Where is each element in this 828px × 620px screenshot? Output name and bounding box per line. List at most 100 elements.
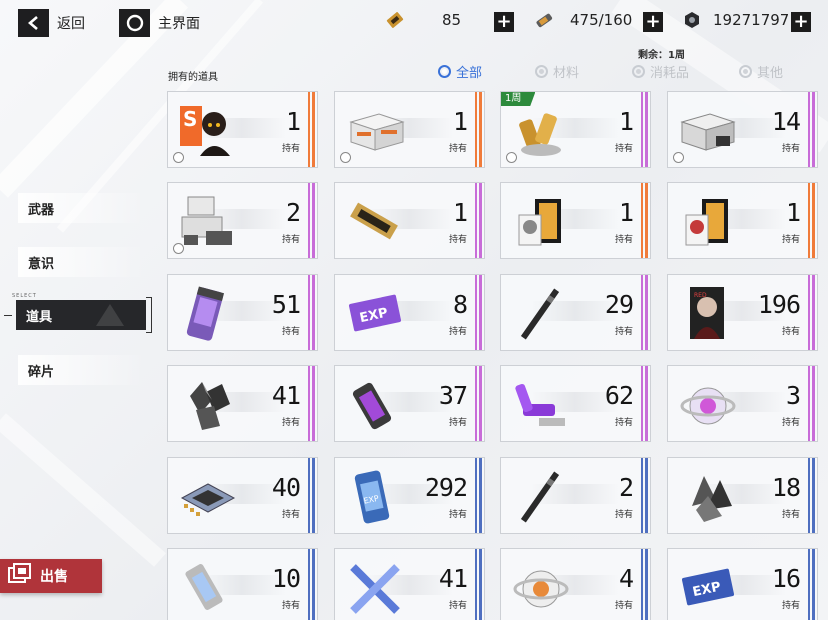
item-card[interactable]: 14 持有 — [667, 91, 818, 168]
stacked-crates-icon — [181, 196, 232, 245]
item-card[interactable]: 29 持有 — [500, 274, 651, 351]
gold-ticket-icon — [350, 202, 398, 240]
metal-crate-icon — [680, 113, 736, 151]
rarity-band — [641, 549, 643, 620]
add-ticket-button[interactable]: + — [494, 12, 514, 32]
filter-other[interactable]: 其他 — [739, 62, 783, 81]
select-checkbox[interactable] — [673, 152, 684, 163]
add-coin-button[interactable]: + — [791, 12, 811, 32]
item-card[interactable]: 1 持有 — [500, 182, 651, 259]
hold-label: 持有 — [448, 327, 467, 337]
black-rod-icon — [520, 288, 560, 340]
item-card[interactable]: S 1 持有 — [167, 91, 318, 168]
rarity-band — [312, 458, 315, 533]
item-card[interactable]: EXP 292 持有 — [334, 457, 485, 534]
rarity-band — [641, 92, 643, 167]
selection-bracket — [146, 297, 152, 333]
item-count: 1 — [618, 198, 634, 227]
menu-item-weapons[interactable]: 武器 — [18, 193, 146, 223]
remaining-time: 剩余：1周 — [638, 50, 685, 61]
menu-item-stigmata[interactable]: 意识 — [18, 247, 146, 277]
item-card[interactable]: 41 持有 — [167, 365, 318, 442]
rarity-band — [479, 458, 482, 533]
rarity-band — [308, 549, 310, 620]
home-button[interactable]: 主界面 — [119, 9, 200, 37]
chip-icon — [180, 483, 236, 516]
item-card[interactable]: EXP 16 持有 — [667, 548, 818, 620]
item-card[interactable]: 10 持有 — [167, 548, 318, 620]
back-label: 返回 — [57, 16, 85, 32]
gold-box-character-icon — [518, 199, 561, 246]
hold-label: 持有 — [614, 601, 633, 611]
top-bar: 返回 主界面 85 + 475/160 + 19271797 + — [0, 0, 828, 46]
coin-count: 19271797 — [713, 11, 790, 29]
rarity-band — [641, 458, 643, 533]
rarity-band — [645, 366, 648, 441]
menu-item-fragments[interactable]: 碎片 — [18, 355, 146, 385]
item-card[interactable]: 1 持有 1周 — [500, 91, 651, 168]
purple-vial-icon — [352, 382, 392, 430]
item-card[interactable]: 62 持有 — [500, 365, 651, 442]
back-button[interactable]: 返回 — [18, 9, 85, 37]
hold-label: 持有 — [281, 144, 300, 154]
rarity-band — [308, 458, 310, 533]
item-count: 196 — [757, 290, 801, 319]
rarity-band — [812, 92, 815, 167]
portrait-card-icon: RED — [690, 287, 724, 339]
rarity-band — [641, 275, 643, 350]
filter-materials[interactable]: 材料 — [535, 62, 579, 81]
hold-label: 持有 — [614, 327, 633, 337]
dark-crystal-icon — [190, 382, 230, 430]
select-checkbox[interactable] — [173, 243, 184, 254]
hold-label: 持有 — [614, 235, 633, 245]
item-count: 2 — [618, 473, 634, 502]
item-count: 10 — [271, 564, 301, 593]
gold-box-character-red-icon — [685, 199, 728, 246]
hold-label: 持有 — [281, 418, 300, 428]
item-count: 1 — [285, 107, 301, 136]
select-checkbox[interactable] — [506, 152, 517, 163]
item-card[interactable]: 41 持有 — [334, 548, 485, 620]
rarity-band — [808, 275, 810, 350]
menu-item-label: 意识 — [28, 256, 55, 272]
item-card[interactable]: 37 持有 — [334, 365, 485, 442]
item-card[interactable]: RED 196 持有 — [667, 274, 818, 351]
item-card[interactable]: 3 持有 — [667, 365, 818, 442]
sell-button[interactable]: 出售 — [0, 559, 102, 593]
item-card[interactable]: 2 持有 — [167, 182, 318, 259]
item-card[interactable]: 2 持有 — [500, 457, 651, 534]
black-rod-icon — [520, 471, 560, 523]
item-count: 40 — [271, 473, 301, 502]
item-card[interactable]: EXP 8 持有 — [334, 274, 485, 351]
rarity-band — [812, 183, 815, 258]
item-card[interactable]: 40 持有 — [167, 457, 318, 534]
item-card[interactable]: 4 持有 — [500, 548, 651, 620]
item-card[interactable]: 18 持有 — [667, 457, 818, 534]
rarity-band — [312, 92, 315, 167]
menu-item-items[interactable]: 道具 — [16, 300, 146, 330]
item-count: 51 — [271, 290, 301, 319]
item-card[interactable]: 1 持有 — [667, 182, 818, 259]
hold-label: 持有 — [781, 235, 800, 245]
supply-crate-icon — [349, 113, 405, 151]
blue-exp-card-icon: EXP — [681, 568, 735, 606]
radio-icon — [739, 65, 752, 78]
add-stamina-button[interactable]: + — [643, 12, 663, 32]
item-card[interactable]: 1 持有 — [334, 182, 485, 259]
item-card[interactable]: 51 持有 — [167, 274, 318, 351]
rarity-band — [308, 366, 310, 441]
grey-crystal-icon — [692, 476, 732, 522]
item-card[interactable]: 1 持有 — [334, 91, 485, 168]
hold-label: 持有 — [781, 327, 800, 337]
item-count: 37 — [438, 381, 468, 410]
rarity-band — [808, 92, 810, 167]
rarity-band — [479, 549, 482, 620]
select-checkbox[interactable] — [173, 152, 184, 163]
filter-consumables[interactable]: 消耗品 — [632, 62, 689, 81]
item-count: 62 — [604, 381, 634, 410]
select-checkbox[interactable] — [340, 152, 351, 163]
filter-all[interactable]: 全部 — [438, 62, 482, 81]
rarity-band — [808, 366, 810, 441]
item-count: 1 — [785, 198, 801, 227]
rarity-band — [645, 549, 648, 620]
